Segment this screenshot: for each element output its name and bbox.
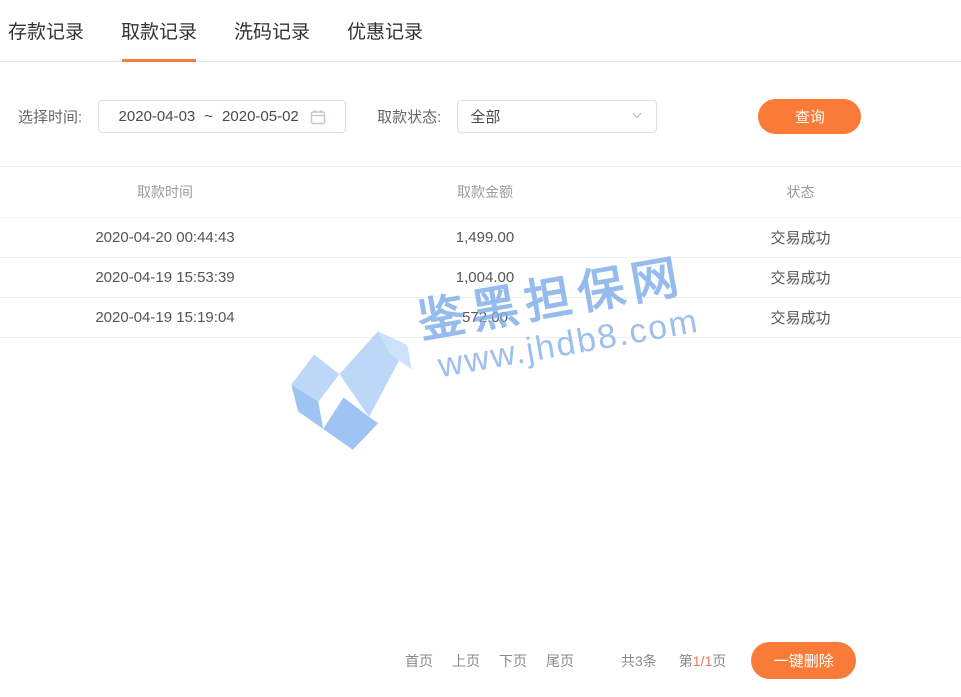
status-cell: 交易成功 bbox=[640, 227, 961, 248]
table-row: 2020-04-19 15:19:04 572.00 交易成功 bbox=[0, 298, 961, 338]
prev-page-link[interactable]: 上页 bbox=[452, 651, 480, 671]
column-header-withdraw-time: 取款时间 bbox=[0, 182, 330, 202]
date-end-value: 2020-05-02 bbox=[222, 108, 299, 125]
withdraw-amount-cell: 1,499.00 bbox=[330, 229, 640, 246]
page-indicator-suffix: 页 bbox=[712, 653, 726, 669]
withdraw-time-cell: 2020-04-20 00:44:43 bbox=[0, 229, 330, 246]
first-page-link[interactable]: 首页 bbox=[405, 651, 433, 671]
withdraw-status-value: 全部 bbox=[470, 106, 500, 127]
pagination-links: 首页 上页 下页 尾页 bbox=[405, 651, 574, 671]
status-cell: 交易成功 bbox=[640, 307, 961, 328]
status-cell: 交易成功 bbox=[640, 267, 961, 288]
withdraw-time-cell: 2020-04-19 15:53:39 bbox=[0, 269, 330, 286]
withdraw-status-select[interactable]: 全部 bbox=[457, 100, 657, 133]
page-indicator: 第1/1页 bbox=[679, 651, 726, 671]
filter-bar: 选择时间: 2020-04-03 ~ 2020-05-02 取款状态: 全部 查… bbox=[0, 99, 961, 134]
delete-all-button[interactable]: 一键删除 bbox=[751, 642, 856, 679]
withdraw-amount-cell: 572.00 bbox=[330, 309, 640, 326]
pagination-bar: 首页 上页 下页 尾页 共3条 第1/1页 一键删除 bbox=[0, 642, 961, 679]
search-button[interactable]: 查询 bbox=[758, 99, 861, 134]
page-indicator-current: 1/1 bbox=[693, 653, 712, 669]
date-separator: ~ bbox=[204, 108, 213, 125]
tab-promo-records[interactable]: 优惠记录 bbox=[347, 0, 423, 62]
withdraw-amount-cell: 1,004.00 bbox=[330, 269, 640, 286]
date-start-value: 2020-04-03 bbox=[119, 108, 196, 125]
tab-rebate-records[interactable]: 洗码记录 bbox=[234, 0, 310, 62]
column-header-status: 状态 bbox=[640, 182, 961, 202]
date-range-label: 选择时间: bbox=[18, 106, 82, 127]
page-indicator-prefix: 第 bbox=[679, 653, 693, 669]
records-tabbar: 存款记录 取款记录 洗码记录 优惠记录 bbox=[0, 0, 961, 62]
date-range-input[interactable]: 2020-04-03 ~ 2020-05-02 bbox=[98, 100, 346, 133]
watermark-logo-icon bbox=[276, 319, 434, 469]
last-page-link[interactable]: 尾页 bbox=[546, 651, 574, 671]
withdraw-status-label: 取款状态: bbox=[377, 106, 441, 127]
table-header-row: 取款时间 取款金额 状态 bbox=[0, 167, 961, 218]
calendar-icon bbox=[310, 109, 326, 125]
table-row: 2020-04-20 00:44:43 1,499.00 交易成功 bbox=[0, 218, 961, 258]
column-header-withdraw-amount: 取款金额 bbox=[330, 182, 640, 202]
next-page-link[interactable]: 下页 bbox=[499, 651, 527, 671]
tab-deposit-records[interactable]: 存款记录 bbox=[8, 0, 84, 62]
withdraw-time-cell: 2020-04-19 15:19:04 bbox=[0, 309, 330, 326]
chevron-down-icon bbox=[630, 108, 644, 126]
total-records-count: 共3条 bbox=[621, 651, 657, 671]
tab-withdrawal-records[interactable]: 取款记录 bbox=[121, 0, 197, 62]
table-row: 2020-04-19 15:53:39 1,004.00 交易成功 bbox=[0, 258, 961, 298]
